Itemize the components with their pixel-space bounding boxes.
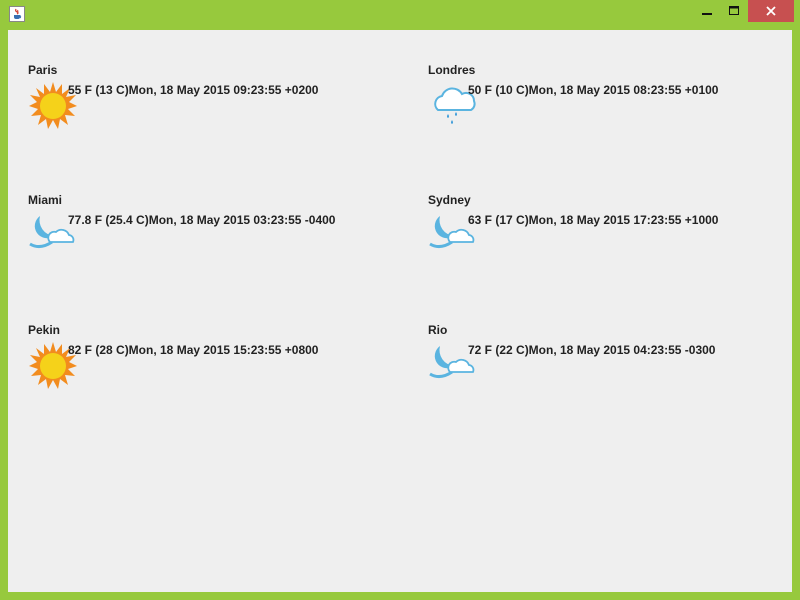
- close-icon: [766, 6, 776, 16]
- city-name: Rio: [428, 323, 448, 337]
- weather-content: Paris 55 F (13 C)Mon, 18 May 2015 09:23:…: [8, 30, 792, 592]
- minimize-icon: [702, 13, 712, 15]
- city-name: Pekin: [28, 323, 61, 337]
- weather-info: 50 F (10 C)Mon, 18 May 2015 08:23:55 +01…: [468, 83, 719, 97]
- city-panel-paris: Paris 55 F (13 C)Mon, 18 May 2015 09:23:…: [8, 30, 398, 129]
- city-panel-miami: Miami 77.8 F (25.4 C)Mon, 18 May 2015 03…: [8, 160, 398, 250]
- maximize-button[interactable]: [720, 0, 748, 22]
- city-panel-sydney: Sydney 63 F (17 C)Mon, 18 May 2015 17:23…: [408, 160, 798, 250]
- app-window: Paris 55 F (13 C)Mon, 18 May 2015 09:23:…: [0, 0, 800, 600]
- city-name: Sydney: [428, 193, 471, 207]
- city-name: Paris: [28, 63, 58, 77]
- minimize-button[interactable]: [694, 0, 720, 22]
- city-name: Londres: [428, 63, 476, 77]
- city-name: Miami: [28, 193, 63, 207]
- city-panel-rio: Rio 72 F (22 C)Mon, 18 May 2015 04:23:55…: [408, 290, 798, 380]
- weather-info: 77.8 F (25.4 C)Mon, 18 May 2015 03:23:55…: [68, 213, 336, 227]
- title-bar[interactable]: [0, 0, 800, 30]
- weather-info: 82 F (28 C)Mon, 18 May 2015 15:23:55 +08…: [68, 343, 319, 357]
- close-button[interactable]: [748, 0, 794, 22]
- weather-info: 63 F (17 C)Mon, 18 May 2015 17:23:55 +10…: [468, 213, 719, 227]
- weather-info: 55 F (13 C)Mon, 18 May 2015 09:23:55 +02…: [68, 83, 319, 97]
- java-app-icon[interactable]: [9, 6, 25, 22]
- weather-info: 72 F (22 C)Mon, 18 May 2015 04:23:55 -03…: [468, 343, 716, 357]
- maximize-icon: [729, 6, 739, 15]
- city-panel-londres: Londres 50 F (10 C)Mon, 18 May 2015 08:2…: [408, 30, 798, 124]
- city-panel-pekin: Pekin 82 F (28 C)Mon, 18 May 2015 15:23:…: [8, 290, 398, 389]
